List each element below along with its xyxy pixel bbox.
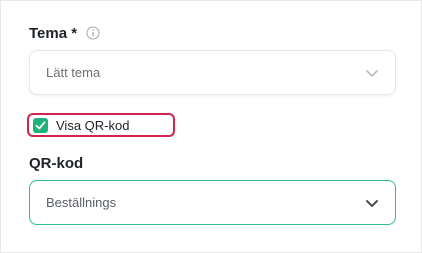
chevron-down-icon [365,66,379,80]
checkmark-icon [35,120,46,129]
qr-select-value: Beställnings [46,195,117,210]
theme-select-value: Lätt tema [46,65,101,80]
settings-panel: Tema * Lätt tema Visa QR-kod QR-kod Best… [0,0,422,253]
info-icon[interactable] [86,26,100,40]
qr-select[interactable]: Beställnings [29,180,396,225]
show-qr-label: Visa QR-kod [56,117,130,133]
qr-label: QR-kod [29,154,84,172]
qr-label-row: QR-kod [29,153,83,173]
show-qr-checkbox[interactable] [33,117,48,133]
chevron-down-icon [365,196,379,210]
show-qr-checkbox-row[interactable]: Visa QR-kod [27,113,175,137]
theme-select[interactable]: Lätt tema [29,50,396,95]
theme-label-row: Tema * [29,23,100,43]
theme-label: Tema * [29,24,78,42]
